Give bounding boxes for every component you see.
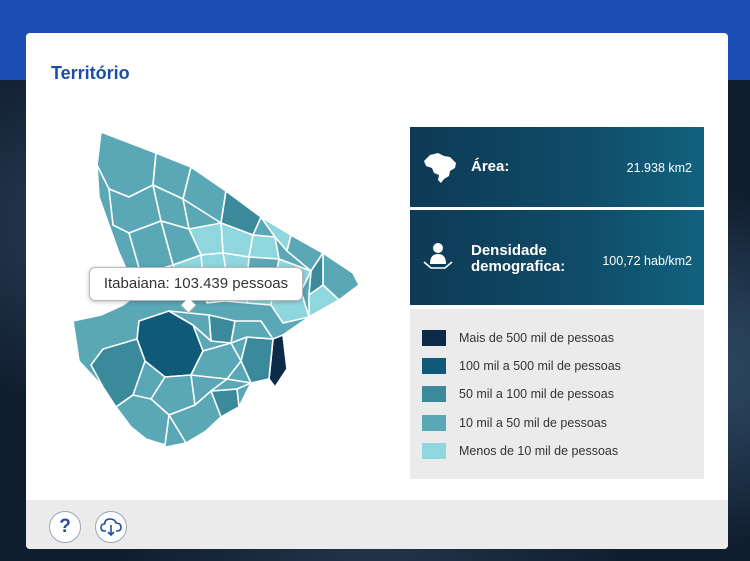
population-icon	[423, 243, 453, 269]
page-title: Território	[51, 63, 130, 83]
legend-item: 50 mil a 100 mil de pessoas	[422, 386, 704, 414]
download-button[interactable]	[95, 511, 127, 543]
question-icon: ?	[59, 516, 71, 537]
density-label-line2: demografica:	[471, 258, 566, 275]
legend-swatch	[422, 442, 446, 459]
help-button[interactable]: ?	[49, 511, 81, 543]
legend-swatch	[422, 386, 446, 403]
legend-label: 10 mil a 50 mil de pessoas	[459, 415, 607, 430]
map-legend: Mais de 500 mil de pessoas 100 mil a 500…	[410, 309, 704, 479]
legend-label: 50 mil a 100 mil de pessoas	[459, 387, 614, 402]
legend-label: 100 mil a 500 mil de pessoas	[459, 359, 621, 374]
legend-swatch	[422, 414, 446, 431]
area-panel: Área: 21.938 km2	[410, 127, 704, 207]
area-label: Área:	[471, 158, 510, 175]
map-tooltip: Itabaiana: 103.439 pessoas	[89, 267, 303, 301]
legend-item: 100 mil a 500 mil de pessoas	[422, 358, 704, 386]
density-label: Densidade demografica:	[471, 243, 565, 275]
municipality[interactable]	[248, 234, 280, 260]
legend-swatch	[422, 330, 446, 346]
density-label-line1: Densidade	[471, 242, 547, 259]
territory-card: Território Itabaiana: 103.439 pessoas Ár…	[26, 33, 728, 549]
density-panel: Densidade demografica: 100,72 hab/km2	[410, 210, 704, 305]
legend-swatch	[422, 358, 446, 375]
legend-label: Menos de 10 mil de pessoas	[459, 443, 619, 458]
density-value: 100,72 hab/km2	[602, 254, 692, 268]
legend-item: Mais de 500 mil de pessoas	[422, 330, 704, 358]
brazil-map-icon	[424, 153, 456, 183]
card-footer: ?	[26, 500, 728, 549]
area-value: 21.938 km2	[626, 161, 692, 175]
legend-item: Menos de 10 mil de pessoas	[422, 442, 704, 471]
legend-label: Mais de 500 mil de pessoas	[459, 331, 614, 345]
cloud-download-icon	[100, 518, 122, 537]
legend-item: 10 mil a 50 mil de pessoas	[422, 414, 704, 443]
